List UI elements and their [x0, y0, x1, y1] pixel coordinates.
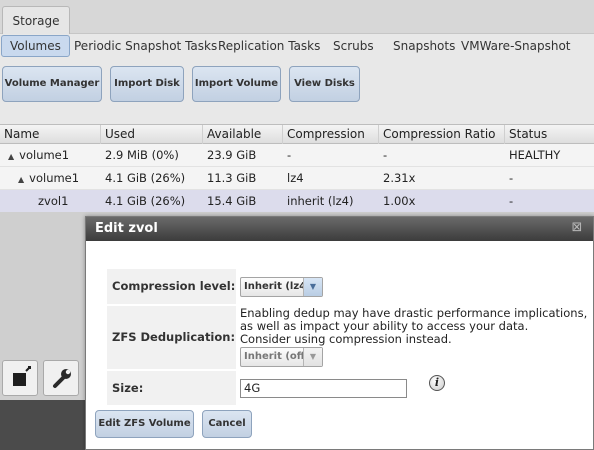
- tab-snapshots[interactable]: Snapshots: [393, 35, 455, 57]
- top-tab-bar: Storage: [0, 0, 594, 35]
- edit-zvol-dialog: Edit zvol ⊠ Compression level: Inherit (…: [85, 216, 594, 450]
- sub-tab-bar: Volumes Periodic Snapshot Tasks Replicat…: [0, 34, 594, 60]
- compression-level-select[interactable]: Inherit (lz4) ▼: [240, 277, 323, 297]
- row-compression: -: [287, 148, 292, 162]
- row-status: -: [509, 194, 514, 208]
- column-header-name[interactable]: Name: [0, 125, 101, 144]
- create-zvol-icon: [13, 366, 31, 386]
- import-disk-button[interactable]: Import Disk: [110, 66, 184, 102]
- row-name: volume1: [29, 171, 80, 185]
- row-name: volume1: [19, 148, 70, 162]
- wrench-icon: [53, 369, 71, 388]
- grid-header: Name Used Available Compression Compress…: [0, 124, 594, 144]
- volume-toolbar: Volume Manager Import Disk Import Volume…: [0, 60, 594, 126]
- size-input[interactable]: 4G: [240, 379, 407, 398]
- chevron-down-icon: ▼: [303, 348, 322, 366]
- row-status: HEALTHY: [509, 148, 561, 162]
- edit-options-button[interactable]: [43, 360, 79, 396]
- row-available: 15.4 GiB: [207, 194, 257, 208]
- row-name-cell: ▲ volume1: [4, 144, 101, 166]
- tab-replication-tasks[interactable]: Replication Tasks: [218, 35, 320, 57]
- row-used: 4.1 GiB (26%): [105, 171, 186, 185]
- info-icon[interactable]: i: [429, 375, 445, 391]
- zfs-deduplication-label: ZFS Deduplication:: [107, 306, 236, 369]
- tab-vmware-snapshot[interactable]: VMWare-Snapshot: [461, 35, 571, 57]
- edit-zfs-volume-button[interactable]: Edit ZFS Volume: [95, 410, 194, 438]
- view-disks-button[interactable]: View Disks: [289, 66, 360, 102]
- import-volume-button[interactable]: Import Volume: [192, 66, 281, 102]
- row-available: 11.3 GiB: [207, 171, 257, 185]
- dataset-action-bar: [0, 358, 88, 400]
- table-row[interactable]: zvol1 4.1 GiB (26%) 15.4 GiB inherit (lz…: [0, 190, 594, 213]
- size-cell: 4G i: [238, 371, 587, 405]
- row-status: -: [509, 171, 514, 185]
- volume-manager-button[interactable]: Volume Manager: [2, 66, 102, 102]
- chevron-down-icon: ▼: [303, 278, 322, 296]
- column-header-status[interactable]: Status: [505, 125, 594, 144]
- tab-scrubs[interactable]: Scrubs: [333, 35, 374, 57]
- table-row[interactable]: ▲ volume1 2.9 MiB (0%) 23.9 GiB - - HEALT…: [0, 144, 594, 167]
- compression-level-label: Compression level:: [107, 269, 236, 304]
- column-header-available[interactable]: Available: [203, 125, 283, 144]
- row-compression: lz4: [287, 171, 304, 185]
- row-name-cell: ▲ volume1: [14, 167, 101, 189]
- row-compression-ratio: 2.31x: [383, 171, 416, 185]
- zfs-deduplication-select[interactable]: Inherit (off) ▼: [240, 347, 323, 367]
- row-compression-ratio: 1.00x: [383, 194, 416, 208]
- column-header-compression[interactable]: Compression: [283, 125, 379, 144]
- compression-level-cell: Inherit (lz4) ▼: [238, 269, 587, 304]
- dedup-warning-line: Consider using compression instead.: [240, 332, 452, 346]
- create-zvol-button[interactable]: [2, 360, 38, 396]
- table-row[interactable]: ▲ volume1 4.1 GiB (26%) 11.3 GiB lz4 2.31…: [0, 167, 594, 190]
- row-compression-ratio: -: [383, 148, 388, 162]
- tab-volumes[interactable]: Volumes: [1, 35, 70, 57]
- dialog-title: Edit zvol: [95, 221, 158, 236]
- dialog-title-bar: Edit zvol: [86, 217, 593, 241]
- column-header-used[interactable]: Used: [101, 125, 203, 144]
- column-header-compression-ratio[interactable]: Compression Ratio: [379, 125, 505, 144]
- row-available: 23.9 GiB: [207, 148, 257, 162]
- zfs-deduplication-value: Inherit (off): [244, 351, 310, 362]
- row-used: 4.1 GiB (26%): [105, 194, 186, 208]
- collapse-triangle-icon[interactable]: ▲: [8, 146, 14, 168]
- close-icon[interactable]: ⊠: [569, 220, 585, 236]
- tab-periodic-snapshot-tasks[interactable]: Periodic Snapshot Tasks: [74, 35, 217, 57]
- compression-level-value: Inherit (lz4): [244, 281, 311, 292]
- row-used: 2.9 MiB (0%): [105, 148, 179, 162]
- collapse-triangle-icon[interactable]: ▲: [18, 169, 24, 191]
- size-label: Size:: [107, 371, 236, 405]
- zfs-deduplication-cell: Enabling dedup may have drastic performa…: [238, 306, 587, 369]
- row-name: zvol1: [38, 194, 69, 208]
- tab-storage[interactable]: Storage: [2, 6, 70, 35]
- row-compression: inherit (lz4): [287, 194, 354, 208]
- dedup-warning-note: Enabling dedup may have drastic performa…: [240, 307, 589, 346]
- cancel-button[interactable]: Cancel: [202, 410, 252, 438]
